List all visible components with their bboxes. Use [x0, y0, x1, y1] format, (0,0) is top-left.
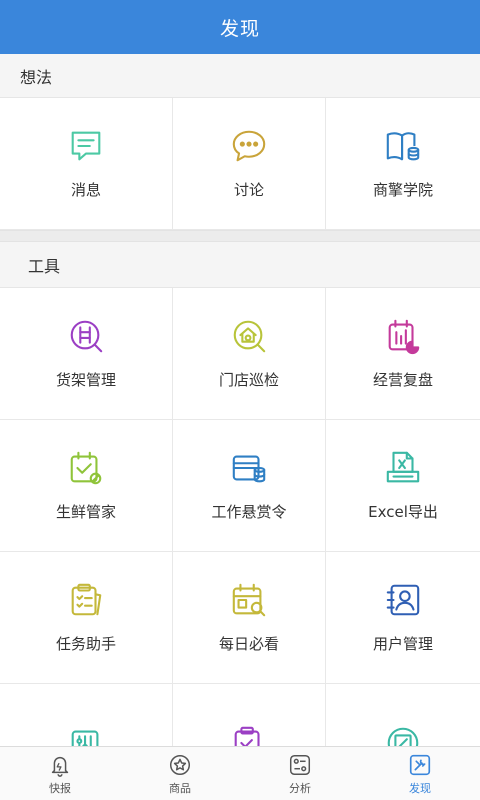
tool-work-bounty[interactable]: 工作悬赏令: [173, 420, 326, 552]
tool-business-review-label: 经营复盘: [372, 371, 433, 389]
tool-user-management[interactable]: 用户管理: [326, 552, 480, 684]
tool-excel-export-label: Excel导出: [368, 503, 438, 521]
tool-user-management-label: 用户管理: [372, 635, 433, 653]
tool-work-bounty-label: 工作悬赏令: [211, 503, 287, 521]
tab-analysis[interactable]: 分析: [240, 747, 360, 800]
tab-discover-label: 发现: [409, 781, 431, 795]
edit-circle-icon: [384, 724, 422, 746]
analysis-icon: [289, 754, 311, 775]
bell-icon: [51, 756, 69, 777]
tool-fresh-manager-label: 生鲜管家: [55, 503, 116, 521]
section-title-tools-text: 工具: [28, 256, 61, 276]
tool-settings[interactable]: [0, 684, 173, 746]
discover-content[interactable]: 想法 消息 讨论 商擎学院 工具 货架管理 门店巡检 经营复盘 生鲜管家 工作悬…: [0, 54, 480, 746]
clipboard-check-icon: [230, 724, 268, 746]
bottom-tab-bar: 快报 商品 分析 发现: [0, 746, 480, 800]
book-icon: [384, 127, 422, 165]
tools-icon: [409, 754, 431, 775]
ideas-grid: 消息 讨论 商擎学院: [0, 98, 480, 230]
tab-products-label: 商品: [169, 781, 191, 795]
business-review-icon: [384, 317, 422, 355]
user-card-icon: [384, 581, 422, 619]
tab-analysis-label: 分析: [289, 781, 311, 795]
excel-export-icon: [384, 449, 422, 487]
tool-clipboard-check[interactable]: [173, 684, 326, 746]
tool-excel-export[interactable]: Excel导出: [326, 420, 480, 552]
tool-daily-must-see[interactable]: 每日必看: [173, 552, 326, 684]
tab-discover[interactable]: 发现: [360, 747, 480, 800]
fresh-calendar-icon: [67, 449, 105, 487]
tool-task-assistant[interactable]: 任务助手: [0, 552, 173, 684]
page-header: 发现: [0, 0, 480, 54]
ideas-item-discussion-label: 讨论: [233, 181, 264, 199]
tool-fresh-manager[interactable]: 生鲜管家: [0, 420, 173, 552]
ideas-item-academy-label: 商擎学院: [372, 181, 433, 199]
tab-news-label: 快报: [49, 781, 71, 795]
page-title: 发现: [219, 17, 260, 40]
shelf-icon: [67, 317, 105, 355]
section-divider: [0, 230, 480, 242]
tool-business-review[interactable]: 经营复盘: [326, 288, 480, 420]
tool-daily-must-see-label: 每日必看: [218, 635, 279, 653]
tool-shelf-management-label: 货架管理: [55, 371, 116, 389]
tab-news[interactable]: 快报: [0, 747, 120, 800]
tool-task-assistant-label: 任务助手: [55, 635, 116, 653]
daily-calendar-icon: [230, 581, 268, 619]
settings-sliders-icon: [67, 724, 105, 746]
ideas-item-message[interactable]: 消息: [0, 98, 173, 230]
task-clipboard-icon: [67, 581, 105, 619]
tool-store-inspection-label: 门店巡检: [218, 371, 279, 389]
tool-edit[interactable]: [326, 684, 480, 746]
section-title-ideas: 想法: [0, 54, 480, 98]
wallet-icon: [230, 449, 268, 487]
store-inspection-icon: [230, 317, 268, 355]
tab-products[interactable]: 商品: [120, 747, 240, 800]
ideas-item-message-label: 消息: [70, 181, 101, 199]
ideas-item-academy[interactable]: 商擎学院: [326, 98, 480, 230]
star-circle-icon: [169, 754, 191, 775]
section-title-tools: 工具: [0, 242, 480, 288]
ideas-item-discussion[interactable]: 讨论: [173, 98, 326, 230]
section-title-ideas-text: 想法: [20, 67, 53, 87]
tools-grid: 货架管理 门店巡检 经营复盘 生鲜管家 工作悬赏令 Excel导出 任务助手 每…: [0, 288, 480, 746]
tool-shelf-management[interactable]: 货架管理: [0, 288, 173, 420]
message-icon: [67, 127, 105, 165]
tool-store-inspection[interactable]: 门店巡检: [173, 288, 326, 420]
discussion-icon: [230, 127, 268, 165]
